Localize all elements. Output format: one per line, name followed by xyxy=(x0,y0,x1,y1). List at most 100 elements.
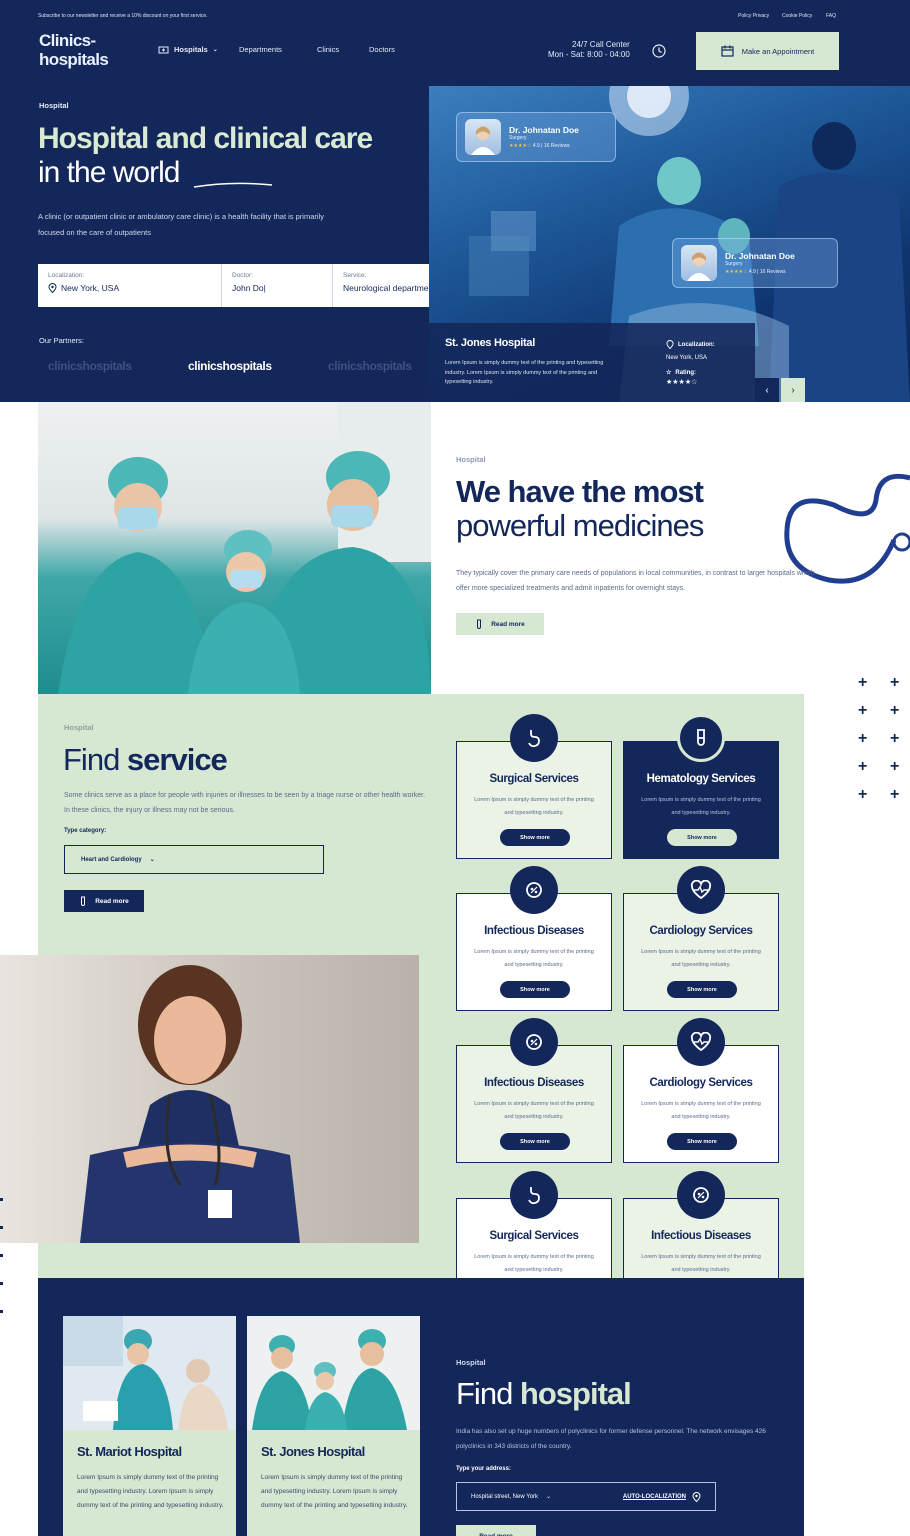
test-tube-icon xyxy=(81,896,86,906)
featured-loc-value: New York, USA xyxy=(666,355,708,361)
virus-icon xyxy=(677,1171,725,1219)
map-pin-icon xyxy=(48,283,57,293)
hero-description: A clinic (or outpatient clinic or ambula… xyxy=(38,212,324,237)
service-name: Cardiology Services xyxy=(649,1077,753,1089)
medicines-title: We have the most powerful medicines xyxy=(456,475,786,543)
service-desc: Lorem Ipsum is simply dummy text of the … xyxy=(641,797,761,816)
partner-logo: clinicshospitals xyxy=(328,359,412,373)
auto-localization-link[interactable]: AUTO-LOCALIZATION xyxy=(622,1491,701,1502)
location-label: Localization: xyxy=(48,272,85,279)
service-desc: Lorem Ipsum is simply dummy text of the … xyxy=(474,1254,594,1273)
services-title-bold: service xyxy=(126,742,228,777)
read-more-button[interactable]: Read more xyxy=(64,890,144,912)
call-center-info: 24/7 Call Center Mon - Sat: 8:00 - 04:00 xyxy=(548,40,630,60)
doctor-card[interactable]: Dr. Johnatan Doe Surgery ★★★★☆ 4.9 | 16 … xyxy=(456,112,616,162)
service-name: Infectious Diseases xyxy=(484,1077,584,1089)
map-pin-icon xyxy=(666,340,674,349)
hospital-desc: Lorem Ipsum is simply dummy text of the … xyxy=(261,1474,408,1509)
location-value: New York, USA xyxy=(61,283,120,293)
doctor-card[interactable]: Dr. Johnatan Doe Surgery ★★★★☆ 4.9 | 16 … xyxy=(672,238,838,288)
partner-logo: clinicshospitals xyxy=(48,359,132,373)
next-arrow-button[interactable]: › xyxy=(781,378,805,402)
doctor-rating: 4.9 | 16 Reviews xyxy=(748,269,786,275)
logo-line1: Clinics- xyxy=(39,31,96,50)
read-more-button[interactable]: Read more xyxy=(456,613,544,635)
nurse-illustration xyxy=(80,965,300,1243)
service-card[interactable]: Cardiology Services Lorem Ipsum is simpl… xyxy=(623,866,779,1011)
featured-hospital-panel: St. Jones Hospital Lorem Ipsum is simply… xyxy=(429,323,755,402)
service-card[interactable]: Infectious Diseases Lorem Ipsum is simpl… xyxy=(456,866,612,1011)
call-center-title: 24/7 Call Center xyxy=(572,40,630,49)
type-category-label: Type category: xyxy=(64,828,107,834)
hospital-desc: Lorem Ipsum is simply dummy text of the … xyxy=(77,1474,224,1509)
find-hospital-title-bold: hospital xyxy=(519,1376,632,1411)
faq-link[interactable]: FAQ xyxy=(826,13,836,19)
service-desc: Lorem Ipsum is simply dummy text of the … xyxy=(641,949,761,968)
star-rating-icon: ★★★★☆ xyxy=(509,143,532,149)
logo-line2: hospitals xyxy=(39,50,109,69)
underline-swoosh xyxy=(193,182,273,188)
hospital-card[interactable]: St. Jones Hospital Lorem Ipsum is simply… xyxy=(247,1316,420,1536)
side-dot-decoration xyxy=(0,1254,3,1257)
service-desc: Lorem Ipsum is simply dummy text of the … xyxy=(641,1254,761,1273)
service-name: Hematology Services xyxy=(646,773,756,785)
prev-arrow-button[interactable]: ‹ xyxy=(755,378,779,402)
service-name: Surgical Services xyxy=(489,773,579,785)
make-appointment-button[interactable]: Make an Appointment xyxy=(696,32,839,70)
logo[interactable]: Clinics- hospitals xyxy=(39,31,109,69)
side-dot-decoration xyxy=(0,1282,3,1285)
doctor-field[interactable]: Doctor: John Do| xyxy=(222,264,333,307)
nav-doctors[interactable]: Doctors xyxy=(369,45,395,54)
make-appointment-label: Make an Appointment xyxy=(741,46,815,56)
virus-icon xyxy=(510,1018,558,1066)
show-more-button[interactable]: Show more xyxy=(500,829,570,846)
service-desc: Lorem Ipsum is simply dummy text of the … xyxy=(474,797,594,816)
featured-rating-label: Rating: xyxy=(675,369,697,376)
location-field[interactable]: Localization: New York, USA xyxy=(38,264,222,307)
nav-hospitals-label: Hospitals xyxy=(174,45,208,54)
type-category-select[interactable]: Heart and Cardiology ⌄ xyxy=(64,845,324,874)
service-desc: Lorem Ipsum is simply dummy text of the … xyxy=(474,949,594,968)
hospital-photo xyxy=(63,1316,236,1430)
star-icon: ☆ xyxy=(666,370,672,376)
read-more-label: Read more xyxy=(491,620,525,628)
plus-decoration: + xyxy=(858,786,868,803)
doctor-avatar xyxy=(681,245,717,281)
service-card[interactable]: Cardiology Services Lorem Ipsum is simpl… xyxy=(623,1018,779,1163)
nav-departments[interactable]: Departments xyxy=(239,45,282,54)
policy-privacy-link[interactable]: Policy Privacy xyxy=(738,13,769,19)
service-card[interactable]: Hematology Services Lorem Ipsum is simpl… xyxy=(623,714,779,859)
plus-decoration: + xyxy=(890,758,900,775)
service-card[interactable]: Infectious Diseases Lorem Ipsum is simpl… xyxy=(456,1018,612,1163)
plus-decoration: + xyxy=(858,702,868,719)
address-input[interactable]: Hospital street, New York ⌄ AUTO-LOCALIZ… xyxy=(456,1482,716,1511)
doctor-label: Doctor: xyxy=(232,272,253,279)
find-hospital-title: Find hospital xyxy=(456,1376,632,1412)
show-more-button[interactable]: Show more xyxy=(500,981,570,998)
hospital-icon xyxy=(158,46,169,54)
show-more-button[interactable]: Show more xyxy=(667,1133,737,1150)
plus-decoration: + xyxy=(858,674,868,691)
hero-title-thin: in the world xyxy=(38,156,180,189)
show-more-button[interactable]: Show more xyxy=(667,981,737,998)
address-label: Type your address: xyxy=(456,1466,511,1472)
read-more-button[interactable]: Read more xyxy=(456,1525,536,1536)
service-name: Cardiology Services xyxy=(649,925,753,937)
services-description: Some clinics serve as a place for people… xyxy=(64,792,426,814)
services-title: Find service xyxy=(63,742,228,778)
hospital-card[interactable]: St. Mariot Hospital Lorem Ipsum is simpl… xyxy=(63,1316,236,1536)
service-name: Surgical Services xyxy=(489,1230,579,1242)
service-name: Infectious Diseases xyxy=(484,925,584,937)
doctor-input-value: John Do| xyxy=(232,283,266,293)
find-hospital-title-thin: Find xyxy=(456,1376,520,1411)
service-card[interactable]: Surgical Services Lorem Ipsum is simply … xyxy=(456,714,612,859)
test-tube-icon xyxy=(677,714,725,762)
chevron-right-icon: › xyxy=(791,384,795,396)
chevron-down-icon: ⌄ xyxy=(546,1494,552,1500)
show-more-button[interactable]: Show more xyxy=(667,829,737,846)
nav-clinics[interactable]: Clinics xyxy=(317,45,339,54)
cookie-policy-link[interactable]: Cookie Policy xyxy=(782,13,812,19)
show-more-button[interactable]: Show more xyxy=(500,1133,570,1150)
auto-localization-label: AUTO-LOCALIZATION xyxy=(622,1493,686,1500)
nav-hospitals[interactable]: Hospitals ⌄ xyxy=(158,45,218,54)
